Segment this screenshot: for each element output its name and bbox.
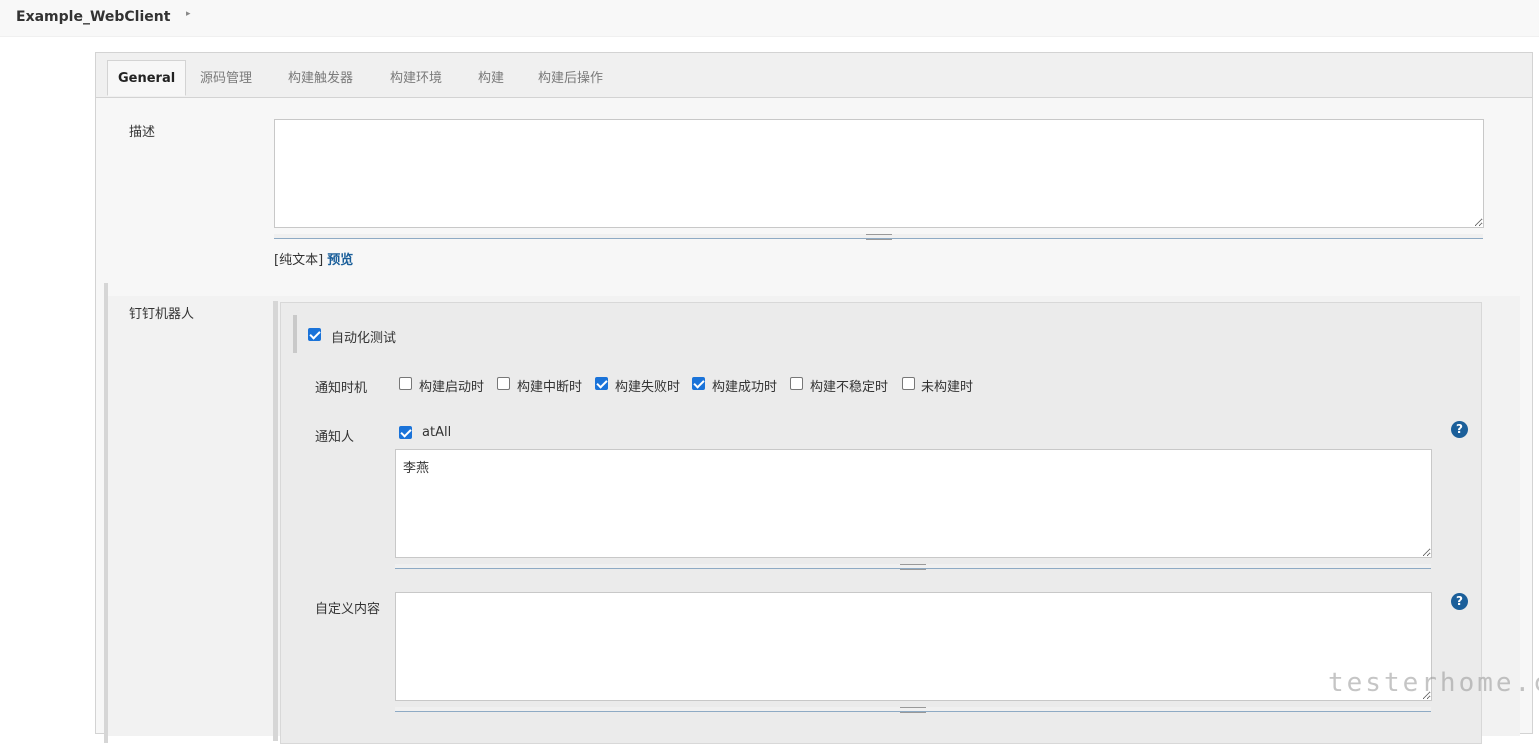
format-plain-text: [纯文本]: [274, 253, 324, 268]
robot-divider: [273, 301, 278, 741]
notify-on-success-label: 构建成功时: [712, 380, 778, 395]
custom-content-label: 自定义内容: [315, 602, 381, 617]
tab-build[interactable]: 构建: [478, 67, 504, 86]
robot-header-divider: [293, 315, 297, 353]
tab-post-build[interactable]: 构建后操作: [538, 67, 603, 86]
resize-grip-icon: [900, 564, 926, 570]
custom-content-help-icon[interactable]: ?: [1451, 593, 1468, 610]
custom-content-resize-handle[interactable]: [395, 707, 1431, 713]
tab-source-code[interactable]: 源码管理: [200, 67, 252, 86]
notify-on-abort-label: 构建中断时: [517, 380, 583, 395]
watermark: testerhome.com: [1328, 668, 1539, 698]
notify-on-unstable-checkbox[interactable]: [790, 377, 803, 390]
notify-on-start-label: 构建启动时: [419, 380, 485, 395]
notify-people-textarea[interactable]: 李燕: [395, 449, 1432, 558]
description-resize-handle[interactable]: [274, 234, 1483, 240]
at-all-label: atAll: [422, 425, 452, 440]
breadcrumb-project-link[interactable]: Example_WebClient: [16, 9, 170, 25]
tab-build-triggers[interactable]: 构建触发器: [288, 67, 353, 86]
description-format-line: [纯文本] 预览: [274, 249, 353, 268]
resize-grip-icon: [900, 707, 926, 713]
dingtalk-robot-panel: 自动化测试 通知时机 构建启动时 构建中断时 构建失败时 构建成功时 构建不稳定…: [280, 302, 1482, 744]
breadcrumb: Example_WebClient ▸: [0, 0, 1539, 37]
notify-on-not-built-label: 未构建时: [921, 380, 974, 395]
tab-build-environment[interactable]: 构建环境: [390, 67, 442, 86]
description-textarea[interactable]: [274, 119, 1484, 228]
config-panel: General 源码管理 构建触发器 构建环境 构建 构建后操作 描述 [纯文本…: [95, 52, 1533, 744]
notify-on-failure-checkbox[interactable]: [595, 377, 608, 390]
custom-content-textarea[interactable]: [395, 592, 1432, 701]
notify-on-not-built-checkbox[interactable]: [902, 377, 915, 390]
notify-on-abort-checkbox[interactable]: [497, 377, 510, 390]
section-divider: [104, 283, 108, 743]
notify-on-failure-label: 构建失败时: [615, 380, 681, 395]
notify-on-unstable-label: 构建不稳定时: [810, 380, 889, 395]
config-tabbar: General 源码管理 构建触发器 构建环境 构建 构建后操作: [96, 53, 1532, 98]
tab-general[interactable]: General: [107, 60, 187, 96]
notify-people-resize-handle[interactable]: [395, 564, 1431, 570]
robot-enabled-checkbox[interactable]: [308, 328, 321, 341]
robot-name-label: 自动化测试: [331, 331, 397, 346]
notify-on-success-checkbox[interactable]: [692, 377, 705, 390]
preview-link[interactable]: 预览: [327, 253, 353, 268]
notify-timing-label: 通知时机: [315, 381, 368, 396]
chevron-right-icon[interactable]: ▸: [186, 9, 191, 19]
notify-people-label: 通知人: [315, 430, 355, 445]
dingtalk-label: 钉钉机器人: [129, 307, 195, 322]
notify-on-start-checkbox[interactable]: [399, 377, 412, 390]
description-label: 描述: [129, 125, 156, 140]
resize-grip-icon: [866, 234, 892, 240]
at-all-checkbox[interactable]: [399, 426, 412, 439]
notify-people-help-icon[interactable]: ?: [1451, 421, 1468, 438]
